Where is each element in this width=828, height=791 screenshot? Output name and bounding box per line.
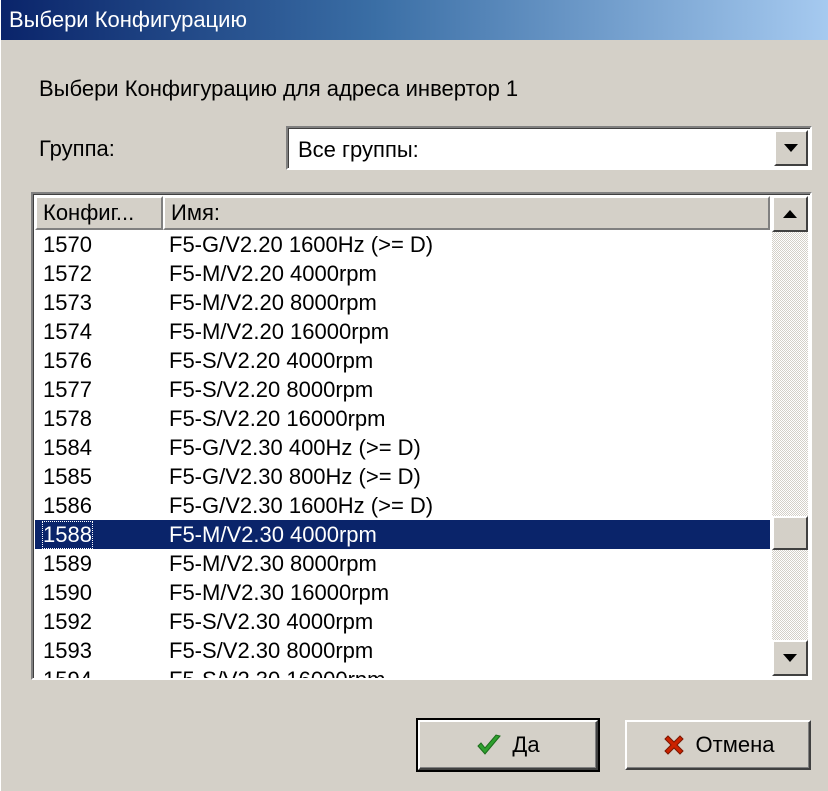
config-name-cell: F5-S/V2.20 4000rpm — [169, 348, 374, 373]
table-row[interactable]: 1586 F5-G/V2.30 1600Hz (>= D) — [35, 491, 770, 520]
config-name-cell: F5-S/V2.30 8000rpm — [169, 638, 374, 663]
config-name-cell: F5-S/V2.30 16000rpm — [169, 667, 386, 680]
config-name-cell: F5-S/V2.20 8000rpm — [169, 377, 374, 402]
table-row[interactable]: 1577 F5-S/V2.20 8000rpm — [35, 375, 770, 404]
table-row[interactable]: 1584 F5-G/V2.30 400Hz (>= D) — [35, 433, 770, 462]
table-row[interactable]: 1574 F5-M/V2.20 16000rpm — [35, 317, 770, 346]
scroll-up-button[interactable] — [772, 196, 808, 232]
table-row[interactable]: 1585 F5-G/V2.30 800Hz (>= D) — [35, 462, 770, 491]
config-name-cell: F5-M/V2.20 16000rpm — [169, 319, 390, 344]
scroll-down-button[interactable] — [772, 640, 808, 676]
config-name-cell: F5-S/V2.30 4000rpm — [169, 609, 374, 634]
chevron-down-icon — [783, 654, 797, 662]
chevron-up-icon — [783, 210, 797, 218]
cross-icon — [662, 733, 686, 757]
group-dropdown-button[interactable] — [774, 130, 808, 166]
config-id-cell: 1585 — [43, 464, 92, 489]
config-name-cell: F5-M/V2.30 8000rpm — [169, 551, 377, 576]
config-name-cell: F5-M/V2.20 4000rpm — [169, 261, 377, 286]
config-id-cell: 1592 — [43, 609, 92, 634]
ok-button-label: Да — [512, 732, 540, 757]
window-title: Выбери Конфигурацию — [9, 7, 247, 32]
config-id-cell: 1588 — [42, 521, 93, 549]
list-header: Конфиг... Имя: — [35, 196, 770, 230]
group-select-value: Все группы: — [298, 137, 419, 162]
config-name-cell: F5-G/V2.30 800Hz (>= D) — [169, 464, 421, 489]
config-id-cell: 1570 — [43, 232, 92, 257]
scroll-thumb[interactable] — [772, 516, 808, 550]
config-id-cell: 1576 — [43, 348, 92, 373]
config-id-cell: 1578 — [43, 406, 92, 431]
chevron-down-icon — [784, 144, 798, 152]
table-row[interactable]: 1590 F5-M/V2.30 16000rpm — [35, 578, 770, 607]
group-label: Группа: — [39, 136, 115, 161]
table-row[interactable]: 1573 F5-M/V2.20 8000rpm — [35, 288, 770, 317]
config-dialog: Выбери Конфигурацию Выбери Конфигурацию … — [0, 0, 828, 791]
config-name-cell: F5-M/V2.20 8000rpm — [169, 290, 377, 315]
checkmark-icon — [476, 733, 502, 757]
config-id-cell: 1574 — [43, 319, 92, 344]
prompt-text: Выбери Конфигурацию для адреса инвертор … — [39, 76, 519, 101]
table-row[interactable]: 1594 F5-S/V2.30 16000rpm — [35, 665, 770, 680]
ok-button[interactable]: Да — [416, 718, 600, 772]
table-row[interactable]: 1572 F5-M/V2.20 4000rpm — [35, 259, 770, 288]
config-list[interactable]: Конфиг... Имя: 1570 F5-G/V2.20 1600Hz (>=… — [31, 192, 812, 680]
cancel-button-label: Отмена — [695, 732, 775, 757]
config-id-cell: 1584 — [43, 435, 92, 460]
vertical-scrollbar[interactable] — [772, 196, 808, 676]
table-row[interactable]: 1589 F5-M/V2.30 8000rpm — [35, 549, 770, 578]
config-name-cell: F5-S/V2.20 16000rpm — [169, 406, 386, 431]
config-id-cell: 1593 — [43, 638, 92, 663]
table-row[interactable]: 1576 F5-S/V2.20 4000rpm — [35, 346, 770, 375]
config-name-cell: F5-G/V2.30 400Hz (>= D) — [169, 435, 421, 460]
title-bar[interactable]: Выбери Конфигурацию — [1, 0, 828, 40]
config-id-cell: 1594 — [43, 667, 92, 680]
list-body: 1570 F5-G/V2.20 1600Hz (>= D) 1572 F5-M/V2.… — [35, 230, 770, 680]
config-id-cell: 1577 — [43, 377, 92, 402]
table-row[interactable]: 1592 F5-S/V2.30 4000rpm — [35, 607, 770, 636]
config-name-cell: F5-M/V2.30 16000rpm — [169, 580, 390, 605]
config-id-cell: 1572 — [43, 261, 92, 286]
table-row[interactable]: 1578 F5-S/V2.20 16000rpm — [35, 404, 770, 433]
cancel-button[interactable]: Отмена — [625, 720, 811, 770]
config-name-cell: F5-M/V2.30 4000rpm — [169, 522, 377, 547]
config-id-cell: 1573 — [43, 290, 92, 315]
group-select[interactable]: Все группы: — [286, 126, 812, 170]
column-header-config[interactable]: Конфиг... — [35, 196, 163, 230]
config-id-cell: 1586 — [43, 493, 92, 518]
config-name-cell: F5-G/V2.20 1600Hz (>= D) — [169, 232, 434, 257]
config-id-cell: 1590 — [43, 580, 92, 605]
config-id-cell: 1589 — [43, 551, 92, 576]
table-row[interactable]: 1593 F5-S/V2.30 8000rpm — [35, 636, 770, 665]
config-name-cell: F5-G/V2.30 1600Hz (>= D) — [169, 493, 434, 518]
column-header-name[interactable]: Имя: — [163, 196, 770, 230]
table-row[interactable]: 1570 F5-G/V2.20 1600Hz (>= D) — [35, 230, 770, 259]
table-row[interactable]: 1588 F5-M/V2.30 4000rpm — [35, 520, 770, 549]
